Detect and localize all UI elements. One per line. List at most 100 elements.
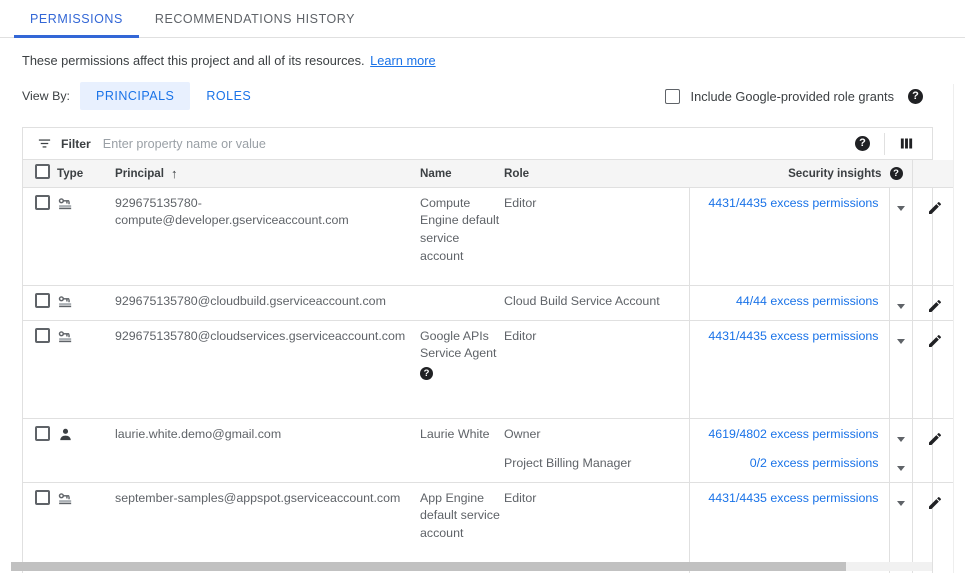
row-checkbox[interactable]	[35, 195, 50, 210]
column-header-type-label: Type	[57, 167, 83, 180]
row-checkbox[interactable]	[35, 293, 50, 308]
column-header-role-label: Role	[504, 167, 529, 180]
column-header-security-insights: Security insights ?	[689, 160, 912, 187]
column-header-security-insights-label: Security insights	[788, 167, 881, 180]
tab-permissions[interactable]: PERMISSIONS	[14, 0, 139, 37]
row-actions-cell	[912, 320, 957, 418]
row-type-cell	[57, 187, 115, 285]
permissions-table: Type Principal ↑ Name Role	[23, 160, 957, 573]
row-role-label: Project Billing Manager	[504, 455, 689, 482]
iam-permissions-page: PERMISSIONS RECOMMENDATIONS HISTORY Thes…	[0, 0, 965, 573]
chevron-down-icon[interactable]	[890, 455, 912, 482]
right-gutter	[953, 84, 965, 573]
column-header-name[interactable]: Name	[420, 160, 504, 187]
row-checkbox[interactable]	[35, 328, 50, 343]
tab-bar: PERMISSIONS RECOMMENDATIONS HISTORY	[0, 0, 965, 38]
chevron-down-icon[interactable]	[890, 426, 912, 453]
column-header-role[interactable]: Role	[504, 160, 689, 187]
select-all-checkbox[interactable]	[35, 164, 50, 179]
row-insights-menu-cell	[889, 285, 912, 320]
column-header-type[interactable]: Type	[57, 160, 115, 187]
row-principal-text: 929675135780-compute@developer.gservicea…	[115, 195, 420, 230]
view-by-row: View By: PRINCIPALS ROLES Include Google…	[0, 68, 965, 108]
learn-more-link[interactable]: Learn more	[370, 53, 435, 68]
row-name-text: App Engine default service account	[420, 490, 504, 543]
include-google-grants-checkbox[interactable]	[665, 89, 680, 104]
tab-recommendations-history-label: RECOMMENDATIONS HISTORY	[155, 12, 355, 26]
row-role-label: Cloud Build Service Account	[504, 293, 689, 320]
row-role-cell: Owner Project Billing Manager	[504, 418, 689, 482]
row-actions-cell	[912, 285, 957, 320]
edit-pencil-icon[interactable]	[913, 195, 958, 222]
table-row[interactable]: 929675135780@cloudservices.gserviceaccou…	[23, 320, 957, 418]
include-google-grants-help-icon[interactable]: ?	[908, 89, 923, 104]
table-body: 929675135780-compute@developer.gservicea…	[23, 187, 957, 573]
row-role-label: Owner	[504, 426, 689, 453]
row-principal-cell: september-samples@appspot.gserviceaccoun…	[115, 482, 420, 573]
excess-permissions-link[interactable]: 4431/4435 excess permissions	[690, 490, 889, 517]
tab-recommendations-history[interactable]: RECOMMENDATIONS HISTORY	[139, 0, 371, 37]
select-all-header	[23, 160, 57, 187]
include-google-grants-label: Include Google-provided role grants	[691, 89, 894, 104]
row-role-label: Editor	[504, 195, 689, 222]
filter-input[interactable]	[103, 137, 855, 151]
edit-pencil-icon[interactable]	[913, 490, 958, 517]
view-by-roles-chip[interactable]: ROLES	[190, 82, 267, 110]
row-actions-cell	[912, 187, 957, 285]
view-by-label: View By:	[22, 89, 70, 103]
filter-label: Filter	[61, 137, 91, 151]
table-row[interactable]: 929675135780@cloudbuild.gserviceaccount.…	[23, 285, 957, 320]
horizontal-scrollbar[interactable]	[11, 562, 932, 571]
filter-divider	[884, 133, 885, 155]
row-name-cell	[420, 285, 504, 320]
service-account-icon	[57, 328, 74, 345]
filter-help-icon[interactable]: ?	[855, 136, 870, 151]
excess-permissions-link[interactable]: 0/2 excess permissions	[690, 455, 889, 482]
excess-permissions-link[interactable]: 44/44 excess permissions	[690, 293, 889, 320]
chevron-down-icon[interactable]	[890, 328, 912, 355]
row-role-label: Editor	[504, 328, 689, 355]
security-insights-help-icon[interactable]: ?	[890, 167, 903, 180]
chevron-down-icon[interactable]	[890, 490, 912, 517]
horizontal-scrollbar-thumb[interactable]	[11, 562, 846, 571]
table-row[interactable]: september-samples@appspot.gserviceaccoun…	[23, 482, 957, 573]
edit-pencil-icon[interactable]	[913, 328, 958, 355]
row-checkbox[interactable]	[35, 426, 50, 441]
chevron-down-icon[interactable]	[890, 195, 912, 222]
column-header-principal[interactable]: Principal ↑	[115, 160, 420, 187]
excess-permissions-link[interactable]: 4619/4802 excess permissions	[690, 426, 889, 453]
row-checkbox[interactable]	[35, 490, 50, 505]
excess-permissions-link[interactable]: 4431/4435 excess permissions	[690, 195, 889, 222]
row-name-cell: App Engine default service account	[420, 482, 504, 573]
row-principal-cell: 929675135780-compute@developer.gservicea…	[115, 187, 420, 285]
row-security-insights-cell: 4619/4802 excess permissions 0/2 excess …	[689, 418, 889, 482]
chevron-down-icon[interactable]	[890, 293, 912, 320]
permissions-table-card: Filter ?	[22, 127, 933, 573]
column-header-name-label: Name	[420, 167, 452, 180]
sort-ascending-icon[interactable]: ↑	[171, 166, 178, 181]
permissions-notice: These permissions affect this project an…	[0, 38, 965, 68]
excess-permissions-link[interactable]: 4431/4435 excess permissions	[690, 328, 889, 355]
table-header: Type Principal ↑ Name Role	[23, 160, 957, 187]
row-insights-menu-cell	[889, 418, 912, 482]
row-principal-text: september-samples@appspot.gserviceaccoun…	[115, 490, 420, 508]
row-type-cell	[57, 482, 115, 573]
table-row[interactable]: 929675135780-compute@developer.gservicea…	[23, 187, 957, 285]
columns-icon[interactable]	[899, 136, 928, 151]
table-row[interactable]: laurie.white.demo@gmail.com Laurie White…	[23, 418, 957, 482]
column-header-principal-label: Principal	[115, 167, 164, 180]
view-by-principals-chip[interactable]: PRINCIPALS	[80, 82, 190, 110]
name-help-icon[interactable]: ?	[420, 367, 433, 380]
row-select-cell	[23, 418, 57, 482]
include-google-grants-group: Include Google-provided role grants ?	[665, 89, 965, 104]
edit-pencil-icon[interactable]	[913, 293, 958, 320]
filter-bar-actions: ?	[855, 133, 928, 155]
edit-pencil-icon[interactable]	[913, 426, 958, 453]
row-select-cell	[23, 285, 57, 320]
row-type-cell	[57, 418, 115, 482]
row-actions-cell	[912, 418, 957, 482]
filter-icon[interactable]	[37, 136, 52, 151]
row-name-text: Google APIs Service Agent	[420, 328, 504, 364]
row-role-cell: Editor	[504, 320, 689, 418]
row-role-cell: Editor	[504, 187, 689, 285]
